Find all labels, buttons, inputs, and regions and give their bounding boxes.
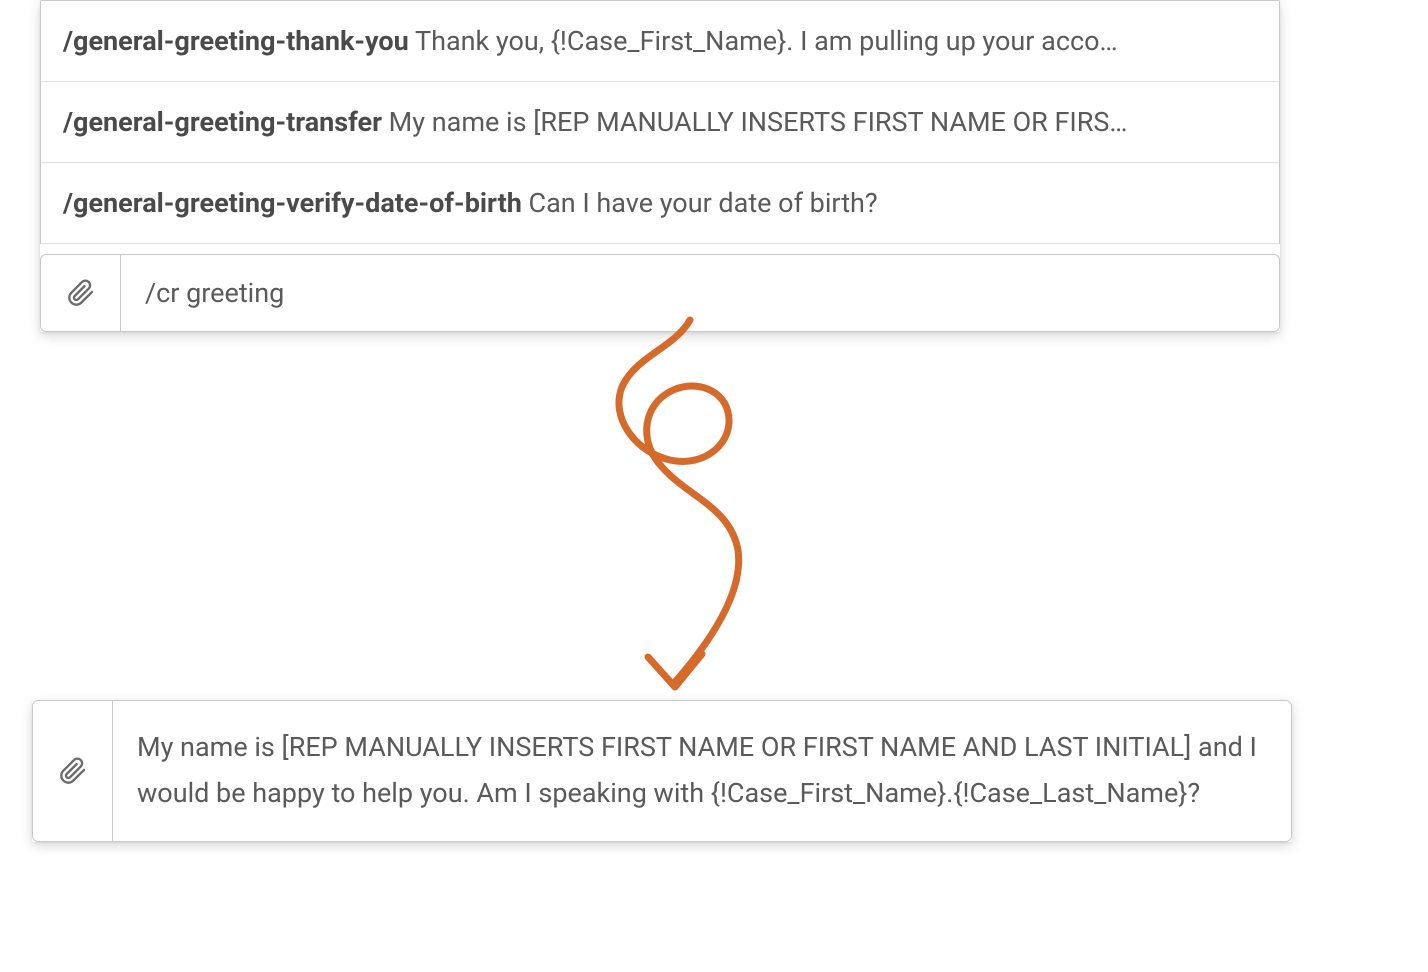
message-input-row: /cr greeting [40,254,1280,332]
attach-button[interactable] [41,255,121,331]
message-input-row: My name is [REP MANUALLY INSERTS FIRST N… [32,700,1292,842]
suggestion-item[interactable]: /general-greeting-transfer My name is [R… [41,82,1279,163]
paperclip-icon [67,279,95,307]
result-panel: My name is [REP MANUALLY INSERTS FIRST N… [32,700,1292,842]
suggestion-text: Can I have your date of birth? [522,187,878,219]
suggestion-text: My name is [REP MANUALLY INSERTS FIRST N… [382,106,1128,138]
message-input[interactable]: /cr greeting [121,255,1279,331]
suggestion-item[interactable]: /general-greeting-thank-you Thank you, {… [41,1,1279,82]
annotation-arrow [580,312,800,702]
suggestion-command: /general-greeting-verify-date-of-birth [63,187,522,219]
suggestion-command: /general-greeting-transfer [63,106,382,138]
curly-arrow-icon [580,312,800,702]
suggestion-command: /general-greeting-thank-you [63,25,409,57]
suggestions-panel: /general-greeting-thank-you Thank you, {… [40,0,1280,332]
attach-button[interactable] [33,701,113,841]
suggestion-list: /general-greeting-thank-you Thank you, {… [40,0,1280,244]
message-input[interactable]: My name is [REP MANUALLY INSERTS FIRST N… [113,701,1291,841]
suggestion-text: Thank you, {!Case_First_Name}. I am pull… [409,25,1118,57]
paperclip-icon [59,757,87,785]
suggestion-item[interactable]: /general-greeting-verify-date-of-birth C… [41,163,1279,244]
